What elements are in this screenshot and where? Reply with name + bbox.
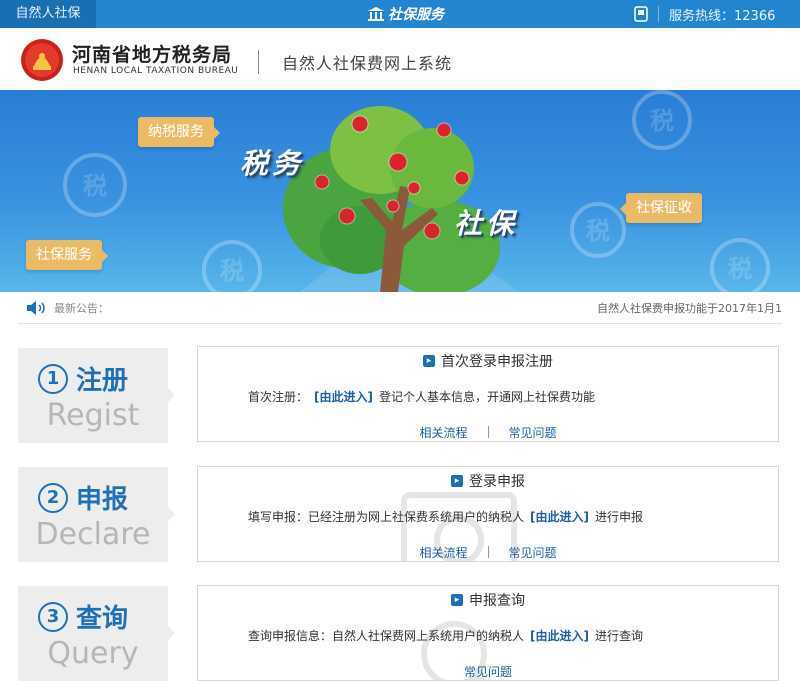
card-desc: 首次注册： [由此进入] 登记个人基本信息，开通网上社保费功能 [248, 388, 595, 405]
system-name: 自然人社保费网上系统 [282, 54, 453, 73]
faq-link[interactable]: 常见问题 [509, 424, 557, 441]
divider [658, 6, 659, 22]
divider [487, 546, 489, 558]
step-number: 1 [38, 363, 68, 394]
desc-suffix: 进行查询 [595, 629, 644, 643]
desc-prefix: 首次注册： [248, 390, 309, 404]
step-name-cn: 申报 [76, 485, 129, 515]
enter-link[interactable]: [由此进入] [530, 510, 589, 524]
card-links: 常见问题 [198, 663, 778, 680]
bubble-tax-service[interactable]: 纳税服务 [138, 117, 220, 147]
card-title-text: 登录申报 [469, 474, 525, 490]
step-title: 3 查询 [38, 598, 128, 635]
card-title-text: 首次登录申报注册 [441, 354, 553, 370]
enter-link[interactable]: [由此进入] [314, 390, 373, 404]
notice-bar: 最新公告： 自然人社保费申报功能于2017年1月1 [18, 292, 782, 324]
desc-prefix: 填写申报：已经注册为网上社保费系统用户的纳税人 [248, 510, 525, 524]
building-icon [368, 7, 384, 21]
step-name-cn: 注册 [76, 366, 129, 396]
card-desc: 填写申报：已经注册为网上社保费系统用户的纳税人 [由此进入] 进行申报 [248, 508, 643, 525]
notice-label: 最新公告： [54, 302, 109, 315]
badge-char: 税 [220, 257, 244, 285]
arrow-right-icon: ▸ [451, 475, 463, 487]
step-name-cn: 查询 [76, 604, 129, 634]
step-name-en: Regist [46, 398, 140, 433]
brand-text: 社保服务 [388, 7, 444, 23]
step-name-en: Query [47, 636, 139, 671]
banner-text-tax: 税务 [240, 147, 305, 180]
step-number: 3 [38, 601, 68, 632]
header: 河南省地方税务局 HENAN LOCAL TAXATION BUREAU 自然人… [0, 28, 800, 90]
badge-char: 税 [728, 255, 752, 283]
tab-natural-person-social[interactable]: 自然人社保 [0, 0, 96, 28]
emblem-icon [21, 39, 63, 81]
org-name-en: HENAN LOCAL TAXATION BUREAU [73, 66, 239, 76]
badge-char: 税 [83, 172, 107, 200]
bubble-social-service[interactable]: 社保服务 [26, 240, 108, 270]
step-title: 1 注册 [38, 360, 128, 397]
banner-illustration: 税 税 税 税 税 [63, 90, 770, 292]
step-tile-query: 3 查询 Query [18, 586, 175, 681]
hotline-text: 服务热线：12366 [669, 8, 776, 24]
card-title: ▸ 首次登录申报注册 [198, 351, 778, 371]
desc-prefix: 查询申报信息：自然人社保费网上系统用户的纳税人 [248, 629, 525, 643]
card-links: 相关流程 常见问题 [198, 424, 778, 441]
desc-suffix: 登记个人基本信息，开通网上社保费功能 [379, 390, 596, 404]
card-title: ▸ 申报查询 [198, 590, 778, 610]
step-tile-regist: 1 注册 Regist [18, 348, 175, 443]
badge-char: 税 [586, 217, 610, 245]
card-title-text: 申报查询 [469, 593, 525, 609]
top-bar: 自然人社保 社保服务 服务热线：12366 [0, 0, 800, 28]
arrow-right-icon: ▸ [423, 355, 435, 367]
header-divider [258, 50, 259, 74]
card-title: ▸ 登录申报 [198, 471, 778, 491]
badge-char: 税 [650, 107, 674, 135]
process-link[interactable]: 相关流程 [419, 424, 467, 441]
card-links: 相关流程 常见问题 [198, 544, 778, 561]
org-name-cn: 河南省地方税务局 [72, 44, 233, 66]
arrow-right-icon: ▸ [451, 594, 463, 606]
enter-link[interactable]: [由此进入] [530, 629, 589, 643]
step-name-en: Declare [35, 517, 151, 552]
step-tile-declare: 2 申报 Declare [18, 467, 175, 562]
step-title: 2 申报 [38, 479, 128, 516]
card-declare: ▸ 登录申报 填写申报：已经注册为网上社保费系统用户的纳税人 [由此进入] 进行申报… [197, 466, 779, 562]
notice-text[interactable]: 自然人社保费申报功能于2017年1月1 [597, 300, 782, 316]
card-desc: 查询申报信息：自然人社保费网上系统用户的纳税人 [由此进入] 进行查询 [248, 627, 643, 644]
process-link[interactable]: 相关流程 [419, 544, 467, 561]
step-number: 2 [38, 482, 68, 513]
card-regist: ▸ 首次登录申报注册 首次注册： [由此进入] 登记个人基本信息，开通网上社保费功能… [197, 346, 779, 442]
faq-link[interactable]: 常见问题 [464, 663, 512, 680]
speaker-icon [27, 301, 45, 315]
phone-icon [634, 6, 648, 22]
banner: 税 税 税 税 税 纳税服务 社保服务 社保征收 税务 社保 [0, 90, 800, 292]
hotline: 服务热线：12366 [634, 0, 775, 28]
card-query: ▸ 申报查询 查询申报信息：自然人社保费网上系统用户的纳税人 [由此进入] 进行查询… [197, 585, 779, 681]
desc-suffix: 进行申报 [595, 510, 644, 524]
faq-link[interactable]: 常见问题 [509, 544, 557, 561]
bubble-social-collection[interactable]: 社保征收 [620, 193, 702, 223]
banner-text-social: 社保 [454, 207, 519, 240]
divider [487, 426, 489, 438]
brand-logo: 社保服务 [368, 4, 444, 24]
